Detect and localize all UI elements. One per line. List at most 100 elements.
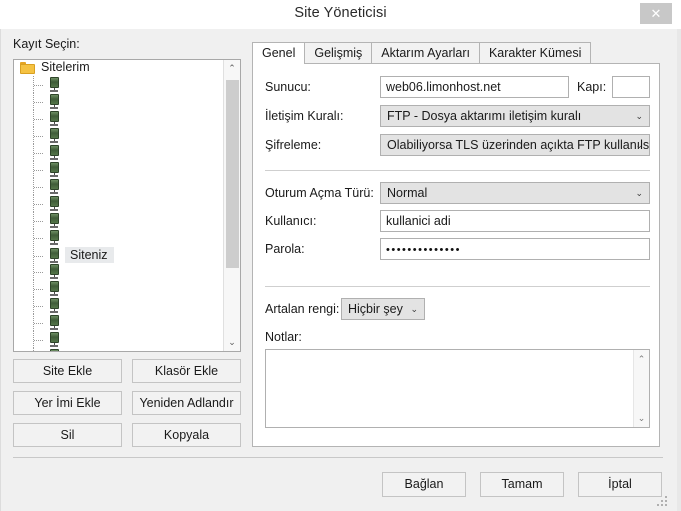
password-input[interactable]: •••••••••••••• <box>380 238 650 260</box>
logontype-label: Oturum Açma Türü: <box>265 186 374 200</box>
password-masked-value: •••••••••••••• <box>386 244 461 256</box>
user-label: Kullanıcı: <box>265 214 317 228</box>
tree-item[interactable] <box>14 331 224 349</box>
server-icon <box>48 332 61 347</box>
tree-item[interactable] <box>14 229 224 247</box>
encryption-label: Şifreleme: <box>265 138 322 152</box>
port-label: Kapı: <box>577 80 607 94</box>
tree-item[interactable]: Siteniz <box>14 247 224 265</box>
resize-grip-dot <box>665 500 667 502</box>
separator-bottom <box>265 286 650 287</box>
server-icon <box>48 264 61 279</box>
host-input[interactable]: web06.limonhost.net <box>380 76 569 98</box>
tab-transfer-settings[interactable]: Aktarım Ayarları <box>371 42 480 64</box>
logontype-select[interactable]: Normal ⌄ <box>380 182 650 204</box>
tree-connector-line <box>32 195 48 213</box>
chevron-down-icon: ⌄ <box>635 140 643 150</box>
tree-item[interactable] <box>14 93 224 111</box>
encryption-select-value: Olabiliyorsa TLS üzerinden açıkta FTP ku… <box>387 138 650 152</box>
tree-connector-line <box>32 127 48 145</box>
tree-connector-line <box>32 229 48 247</box>
tree-item[interactable] <box>14 161 224 179</box>
server-icon <box>48 196 61 211</box>
connect-button[interactable]: Bağlan <box>382 472 466 497</box>
tree-item[interactable] <box>14 297 224 315</box>
server-icon <box>48 230 61 245</box>
tree-item[interactable] <box>14 212 224 230</box>
add-folder-button[interactable]: Klasör Ekle <box>132 359 241 383</box>
add-site-button[interactable]: Site Ekle <box>13 359 122 383</box>
bgcolor-label: Artalan rengi: <box>265 302 340 316</box>
user-input[interactable]: kullanici adi <box>380 210 650 232</box>
site-tree-content: Sitelerim Siteniz <box>14 60 224 351</box>
tree-root-item[interactable]: Sitelerim <box>14 60 224 77</box>
delete-button[interactable]: Sil <box>13 423 122 447</box>
site-tree[interactable]: Sitelerim Siteniz ⌃ ⌄ <box>13 59 241 352</box>
scrollbar-thumb[interactable] <box>226 80 239 268</box>
tab-general[interactable]: Genel <box>252 42 306 64</box>
tree-connector-line <box>32 93 48 111</box>
scroll-up-icon[interactable]: ⌃ <box>224 60 240 77</box>
tree-connector-line <box>32 178 48 196</box>
tree-item[interactable] <box>14 127 224 145</box>
server-icon <box>48 162 61 177</box>
tab-page-general: Sunucu: web06.limonhost.net Kapı: İletiş… <box>252 63 660 447</box>
chevron-down-icon: ⌄ <box>635 111 643 121</box>
tree-item[interactable] <box>14 76 224 94</box>
add-bookmark-button[interactable]: Yer İmi Ekle <box>13 391 122 415</box>
server-icon <box>48 349 61 351</box>
tree-connector-line <box>32 314 48 332</box>
folder-icon <box>20 61 36 74</box>
tree-item-label-selected: Siteniz <box>65 247 114 263</box>
tree-label: Kayıt Seçin: <box>13 37 80 51</box>
resize-grip-dot <box>661 504 663 506</box>
tree-item[interactable] <box>14 144 224 162</box>
duplicate-button[interactable]: Kopyala <box>132 423 241 447</box>
tree-item[interactable] <box>14 110 224 128</box>
resize-grip[interactable] <box>657 496 668 507</box>
server-icon <box>48 128 61 143</box>
tree-scrollbar[interactable]: ⌃ ⌄ <box>223 60 240 351</box>
bgcolor-select[interactable]: Hiçbir şey ⌄ <box>341 298 425 320</box>
bgcolor-select-value: Hiçbir şey <box>348 302 403 316</box>
tree-item[interactable] <box>14 263 224 281</box>
rename-button[interactable]: Yeniden Adlandır <box>132 391 241 415</box>
server-icon <box>48 179 61 194</box>
notes-scroll-up-icon[interactable]: ⌃ <box>634 351 649 367</box>
protocol-select[interactable]: FTP - Dosya aktarımı iletişim kuralı ⌄ <box>380 105 650 127</box>
server-icon <box>48 315 61 330</box>
resize-grip-dot <box>665 496 667 498</box>
ok-button[interactable]: Tamam <box>480 472 564 497</box>
tree-connector-line <box>32 297 48 315</box>
notes-textarea[interactable]: ⌃ ⌄ <box>265 349 650 428</box>
server-icon <box>48 111 61 126</box>
bottom-separator <box>13 457 663 458</box>
protocol-select-value: FTP - Dosya aktarımı iletişim kuralı <box>387 109 582 123</box>
tab-charset[interactable]: Karakter Kümesi <box>478 42 592 64</box>
server-icon <box>48 281 61 296</box>
tree-item[interactable] <box>14 314 224 332</box>
tab-strip: Genel Gelişmiş Aktarım Ayarları Karakter Kü… <box>252 42 592 64</box>
dialog-body: Kayıt Seçin: Sitelerim Siteniz ⌃ ⌄ Site … <box>0 29 677 511</box>
tree-connector-line <box>32 348 48 351</box>
server-icon <box>48 145 61 160</box>
server-icon <box>48 77 61 92</box>
resize-grip-dot <box>657 504 659 506</box>
port-input[interactable] <box>612 76 650 98</box>
close-icon[interactable]: ✕ <box>640 3 672 24</box>
notes-scrollbar[interactable]: ⌃ ⌄ <box>633 350 649 427</box>
notes-scroll-down-icon[interactable]: ⌄ <box>634 410 649 426</box>
tree-connector-line <box>32 280 48 298</box>
tab-advanced[interactable]: Gelişmiş <box>304 42 373 64</box>
tree-connector-line <box>32 76 48 94</box>
scroll-down-icon[interactable]: ⌄ <box>224 334 240 351</box>
encryption-select[interactable]: Olabiliyorsa TLS üzerinden açıkta FTP ku… <box>380 134 650 156</box>
tree-item[interactable] <box>14 348 224 351</box>
tree-connector-line <box>32 263 48 281</box>
cancel-button[interactable]: İptal <box>578 472 662 497</box>
tree-item[interactable] <box>14 280 224 298</box>
tree-children: Siteniz <box>14 76 224 351</box>
host-label: Sunucu: <box>265 80 311 94</box>
tree-item[interactable] <box>14 178 224 196</box>
tree-item[interactable] <box>14 195 224 213</box>
